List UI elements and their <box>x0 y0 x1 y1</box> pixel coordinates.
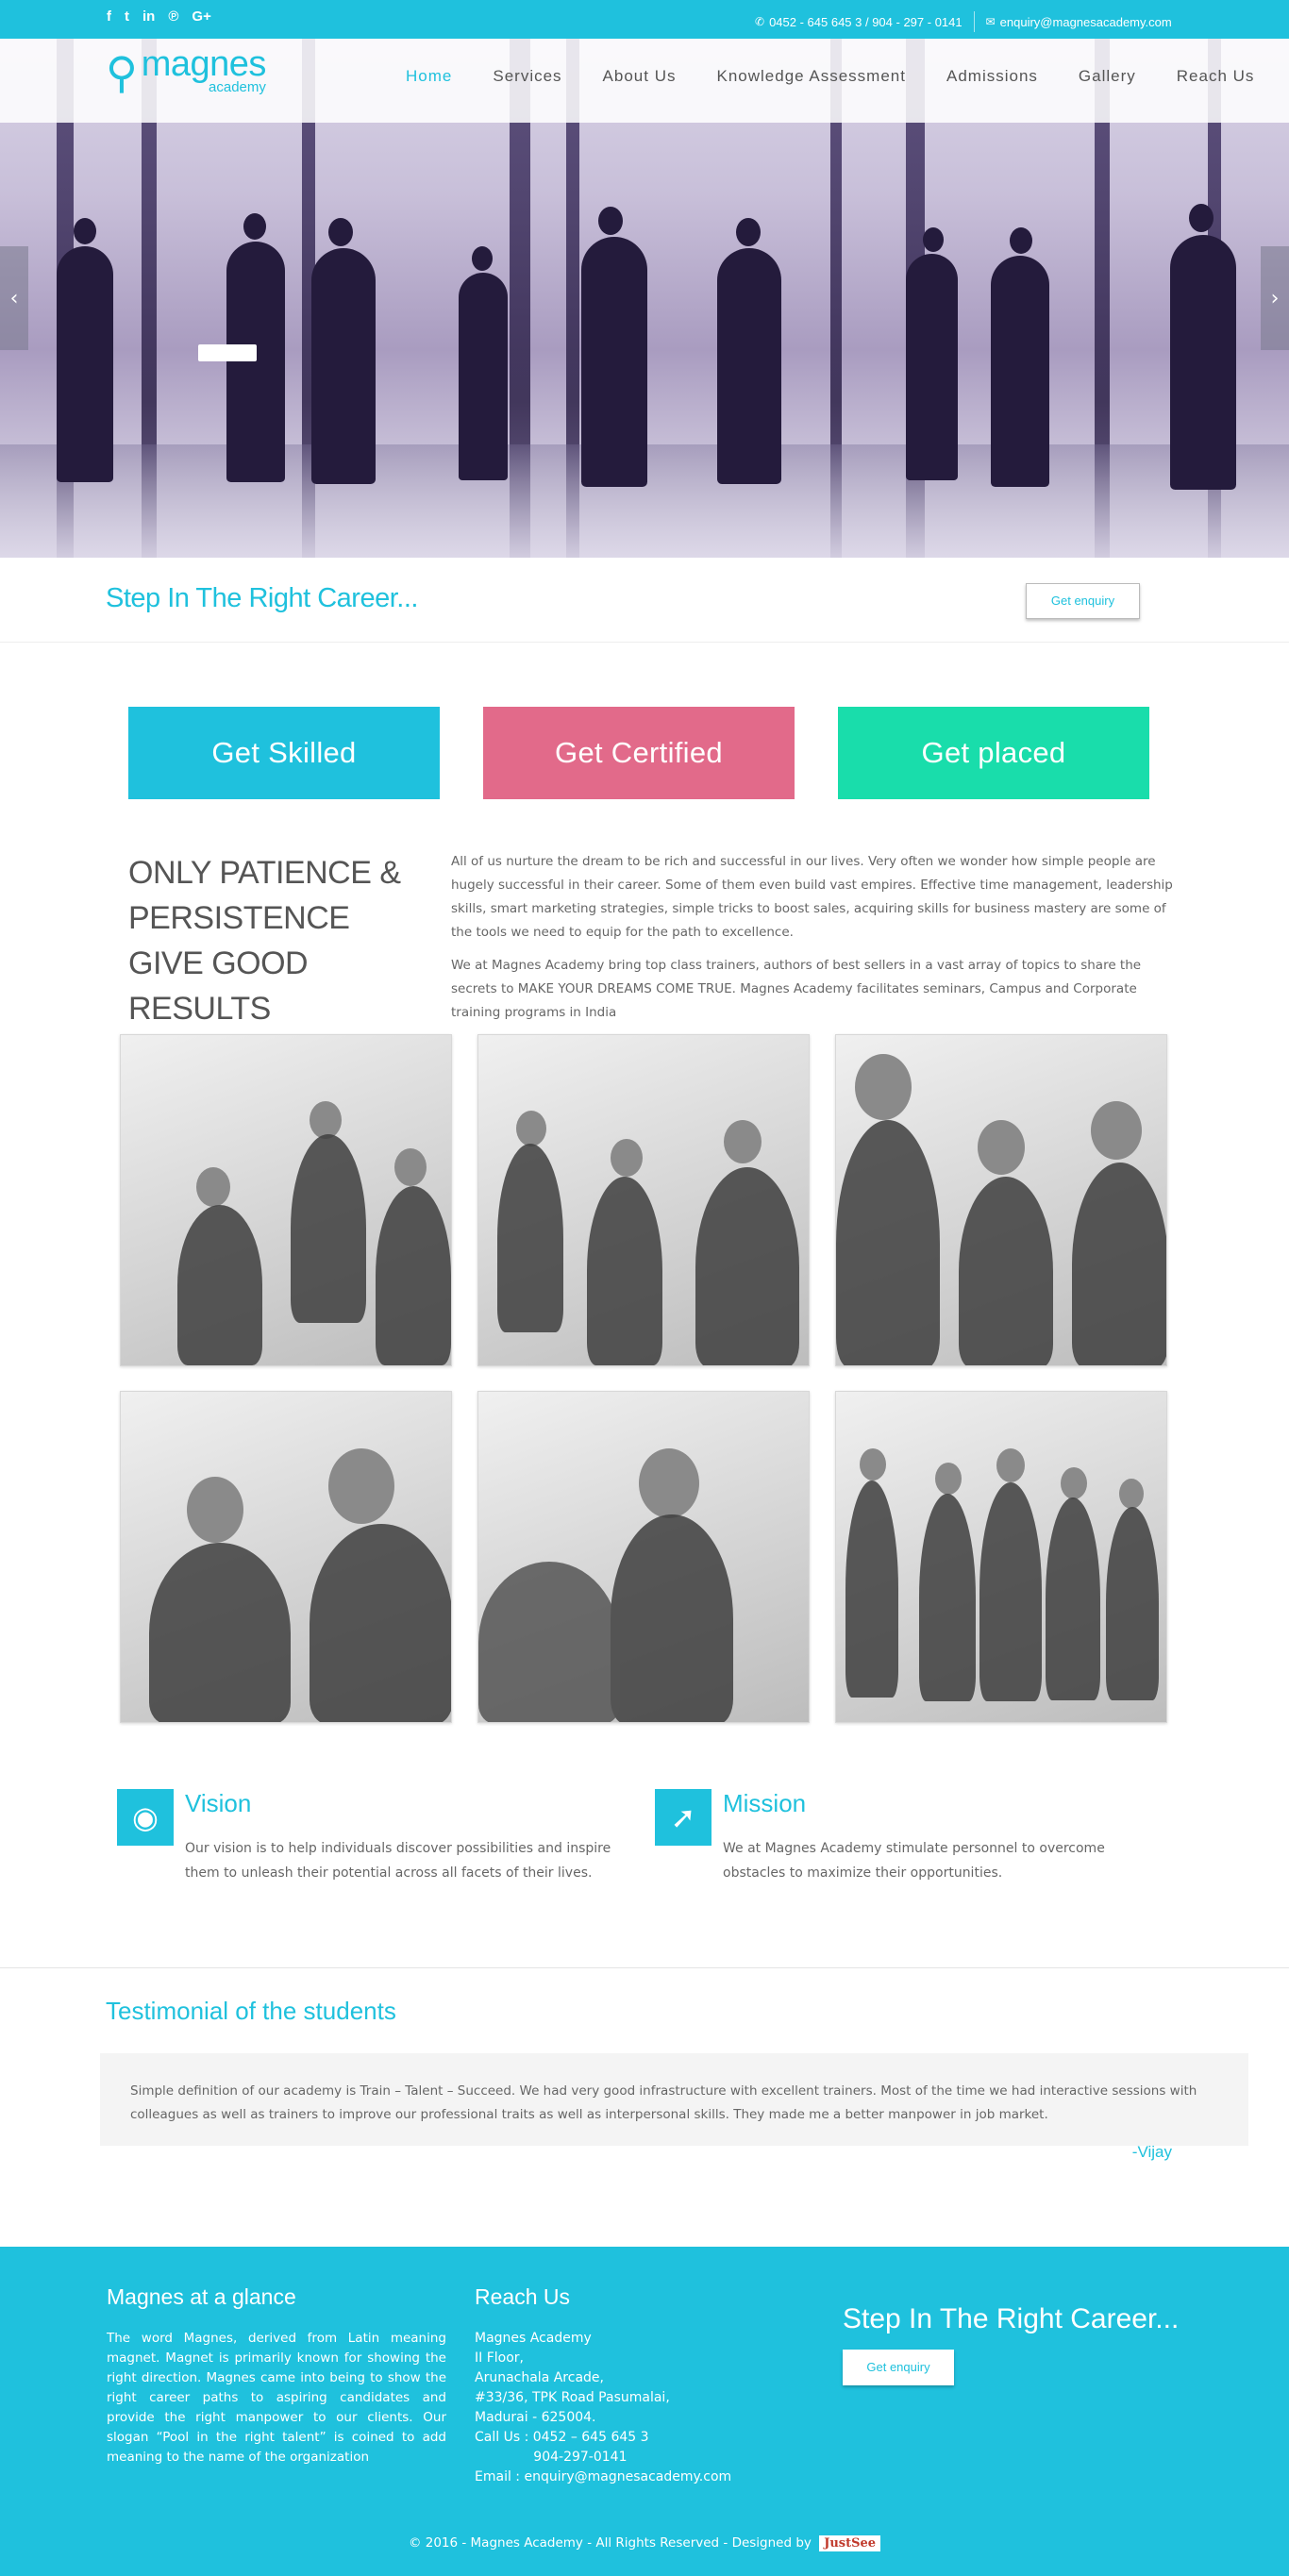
testimonial-heading: Testimonial of the students <box>106 1997 396 2025</box>
mail-icon: ✉ <box>985 15 996 28</box>
footer-get-enquiry-button[interactable]: Get enquiry <box>843 2350 954 2385</box>
rocket-icon: ➚ <box>655 1789 711 1846</box>
intro-heading: ONLY PATIENCE & PERSISTENCE GIVE GOOD RE… <box>128 855 401 1027</box>
top-bar: f t in ℗ G+ ✆ 0452 - 645 645 3 / 904 - 2… <box>0 0 1289 39</box>
address-email[interactable]: Email : enquiry@magnesacademy.com <box>475 2467 731 2487</box>
intro-copy: All of us nurture the dream to be rich a… <box>451 850 1182 1034</box>
intro-section: ONLY PATIENCE & PERSISTENCE GIVE GOOD RE… <box>0 831 1289 1034</box>
facebook-icon[interactable]: f <box>107 8 111 25</box>
address-line: II Floor, <box>475 2350 524 2366</box>
nav-services[interactable]: Services <box>493 67 561 86</box>
phone-number: 0452 - 645 645 3 / 904 - 297 - 0141 <box>769 14 963 29</box>
nav-home[interactable]: Home <box>406 67 452 86</box>
testimonial-quote: Simple definition of our academy is Trai… <box>100 2053 1248 2146</box>
get-enquiry-button[interactable]: Get enquiry <box>1026 583 1140 619</box>
footer-step: Step In The Right Career... Get enquiry <box>843 2284 1179 2385</box>
get-certified-button[interactable]: Get Certified <box>483 707 795 799</box>
eye-icon: ◉ <box>117 1789 174 1846</box>
logo[interactable]: ⚲ magnes academy <box>106 44 267 98</box>
get-skilled-button[interactable]: Get Skilled <box>128 707 440 799</box>
address-line: Magnes Academy <box>475 2331 592 2346</box>
slide-caption-button[interactable] <box>198 344 257 361</box>
footer-glance-title: Magnes at a glance <box>107 2284 296 2309</box>
copyright: © 2016 - Magnes Academy - All Rights Res… <box>0 2535 1289 2551</box>
nav-admissions[interactable]: Admissions <box>946 67 1038 86</box>
vision-text: Our vision is to help individuals discov… <box>185 1841 611 1881</box>
testimonial-section: Testimonial of the students Simple defin… <box>0 1968 1289 2247</box>
designer-logo[interactable]: JustSee <box>819 2535 881 2551</box>
logo-figure-icon: ⚲ <box>106 47 138 98</box>
google-plus-icon[interactable]: G+ <box>192 8 210 25</box>
linkedin-icon[interactable]: in <box>142 8 155 25</box>
divider <box>973 11 975 32</box>
footer-reach: Reach Us Magnes Academy II Floor, Arunac… <box>475 2284 731 2487</box>
gallery-photo-6[interactable] <box>835 1391 1167 1723</box>
intro-paragraph-1: All of us nurture the dream to be rich a… <box>451 854 1173 940</box>
header: ⚲ magnes academy Home Services About Us … <box>0 39 1289 123</box>
address-line: #33/36, TPK Road Pasumalai, <box>475 2390 670 2405</box>
gallery-photo-5[interactable] <box>477 1391 810 1723</box>
footer: Magnes at a glance The word Magnes, deri… <box>0 2247 1289 2576</box>
social-links: f t in ℗ G+ <box>107 8 211 25</box>
nav-gallery[interactable]: Gallery <box>1079 67 1136 86</box>
tagline-bar: Step In The Right Career... Get enquiry <box>0 558 1289 643</box>
footer-step-title: Step In The Right Career... <box>843 2303 1180 2334</box>
address-phone: Call Us : 0452 – 645 645 3 <box>475 2430 649 2445</box>
twitter-icon[interactable]: t <box>125 8 129 25</box>
gallery-photo-4[interactable] <box>120 1391 452 1723</box>
address-phone-2: 904-297-0141 <box>475 2450 628 2465</box>
logo-brand: magnes <box>141 44 267 84</box>
gallery-photo-1[interactable] <box>120 1034 452 1366</box>
nav-knowledge-assessment[interactable]: Knowledge Assessment <box>716 67 906 86</box>
contact-info: ✆ 0452 - 645 645 3 / 904 - 297 - 0141 ✉ … <box>755 11 1172 32</box>
slider-next-icon[interactable]: › <box>1261 246 1289 350</box>
footer-address: Magnes Academy II Floor, Arunachala Arca… <box>475 2329 731 2487</box>
gallery-photo-2[interactable] <box>477 1034 810 1366</box>
mission-title: Mission <box>723 1789 807 1817</box>
phone-icon: ✆ <box>755 15 765 28</box>
footer-glance-text: The word Magnes, derived from Latin mean… <box>107 2331 446 2465</box>
photo-gallery <box>0 1034 1289 1770</box>
vision-mission: ◉ Vision Our vision is to help individua… <box>0 1770 1289 1968</box>
tagline-title: Step In The Right Career... <box>106 583 418 613</box>
main-nav: Home Services About Us Knowledge Assessm… <box>406 67 1254 86</box>
gallery-photo-3[interactable] <box>835 1034 1167 1366</box>
address-line: Arunachala Arcade, <box>475 2370 604 2385</box>
slider-prev-icon[interactable]: ‹ <box>0 246 28 350</box>
intro-paragraph-2: We at Magnes Academy bring top class tra… <box>451 958 1142 1020</box>
nav-about-us[interactable]: About Us <box>603 67 677 86</box>
footer-glance: Magnes at a glance The word Magnes, deri… <box>107 2284 446 2467</box>
pinterest-icon[interactable]: ℗ <box>168 8 178 25</box>
mission-text: We at Magnes Academy stimulate personnel… <box>723 1841 1105 1881</box>
testimonial-author: -Vijay <box>1131 2143 1172 2161</box>
nav-reach-us[interactable]: Reach Us <box>1177 67 1255 86</box>
get-placed-button[interactable]: Get placed <box>838 707 1149 799</box>
footer-reach-title: Reach Us <box>475 2284 570 2309</box>
address-line: Madurai - 625004. <box>475 2410 596 2425</box>
cta-blocks: Get Skilled Get Certified Get placed <box>0 643 1289 831</box>
vision-title: Vision <box>185 1789 252 1817</box>
copyright-text: © 2016 - Magnes Academy - All Rights Res… <box>408 2535 812 2551</box>
email-link[interactable]: enquiry@magnesacademy.com <box>1000 15 1172 29</box>
